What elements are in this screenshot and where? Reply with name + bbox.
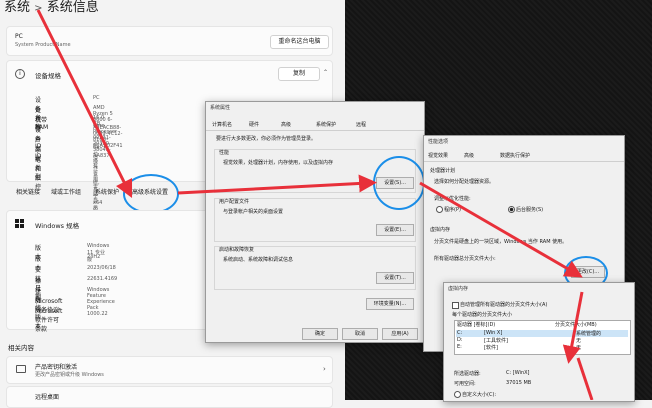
arrow-to-advanced-settings — [36, 9, 133, 199]
arrow-to-change-button — [419, 181, 583, 278]
annotation-arrows — [36, 9, 594, 400]
arrow-lower-segment — [576, 357, 594, 400]
arrow-into-virtual-memory — [562, 291, 584, 364]
arrow-to-perf-settings — [177, 174, 377, 195]
